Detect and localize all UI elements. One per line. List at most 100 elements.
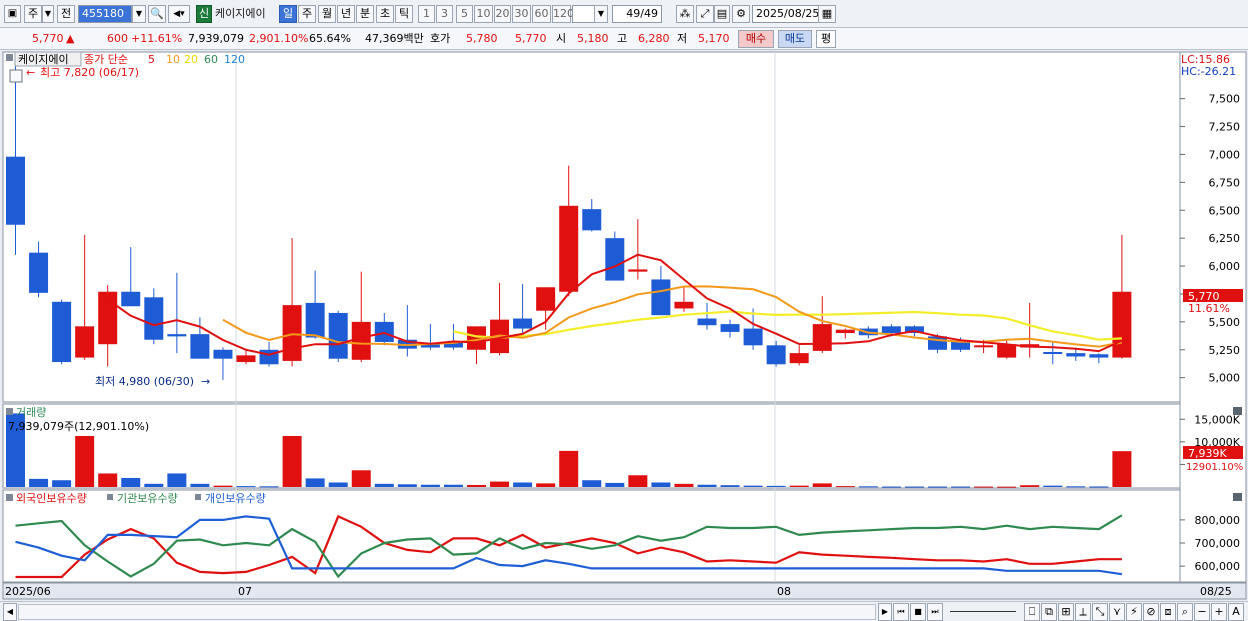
volume-bar xyxy=(628,475,648,487)
volume-bar xyxy=(951,486,971,488)
price-change-pct: +11.61% xyxy=(131,32,183,45)
tool-d-icon[interactable]: ⟂ xyxy=(1075,603,1091,621)
candle-body xyxy=(167,334,187,337)
volume-bar xyxy=(1066,486,1086,488)
period-tab-3[interactable]: 년 xyxy=(337,5,355,23)
holding-panel-handle-icon[interactable] xyxy=(6,494,13,501)
low-arrow-icon: → xyxy=(201,375,210,388)
volume-bar xyxy=(190,483,210,487)
zoom-icon[interactable]: ⌕ xyxy=(1177,603,1193,621)
market-dropdown-chevron-icon[interactable]: ▼ xyxy=(42,5,54,23)
tool-c-icon[interactable]: ⊞ xyxy=(1058,603,1074,621)
period-tab-4[interactable]: 분 xyxy=(356,5,374,23)
price-change: 600 xyxy=(107,32,128,45)
candle-body xyxy=(1043,352,1063,355)
period-tab-2[interactable]: 월 xyxy=(318,5,336,23)
volume-bar xyxy=(282,435,302,487)
low-price: 5,170 xyxy=(698,32,730,45)
interval-tab-6[interactable]: 60 xyxy=(532,5,551,23)
font-size-icon[interactable]: A xyxy=(1228,603,1244,621)
volume-bar xyxy=(605,482,625,487)
tool-h-icon[interactable]: ⊘ xyxy=(1143,603,1159,621)
buy-button[interactable]: 매수 xyxy=(738,30,774,48)
tool-e-icon[interactable]: ⤡ xyxy=(1092,603,1108,621)
period-tab-6[interactable]: 틱 xyxy=(395,5,413,23)
volume-panel-close-icon[interactable] xyxy=(1233,407,1242,415)
sell-button[interactable]: 매도 xyxy=(778,30,812,48)
period-tab-1[interactable]: 주 xyxy=(298,5,316,23)
stop-icon[interactable]: ■ xyxy=(910,603,926,621)
candle-body xyxy=(75,326,95,358)
new-listing-badge: 신 xyxy=(196,5,212,23)
interval-tab-2[interactable]: 5 xyxy=(456,5,473,23)
zoom-out-icon[interactable]: − xyxy=(1194,603,1210,621)
tool-b-icon[interactable]: ⧉ xyxy=(1041,603,1057,621)
tool-i-icon[interactable]: ⧈ xyxy=(1160,603,1176,621)
rewind-icon[interactable]: ⏮ xyxy=(893,603,909,621)
draw-tool-icon[interactable]: ⤢ xyxy=(696,5,714,23)
candle-body xyxy=(1089,354,1109,358)
window-menu-icon[interactable]: ▣ xyxy=(4,5,21,23)
ma-legend-10: 10 xyxy=(166,53,180,66)
scroll-left-icon[interactable]: ◀ xyxy=(3,603,17,621)
volume-bar xyxy=(881,486,901,488)
period-tab-5[interactable]: 초 xyxy=(376,5,394,23)
price-ytick-label: 5,250 xyxy=(1209,344,1241,357)
volume-ratio: 2,901.10% xyxy=(249,32,309,45)
low-note: 최저 4,980 (06/30) xyxy=(95,375,194,388)
candle-body xyxy=(536,287,556,311)
calendar-icon[interactable]: ▦ xyxy=(818,5,836,23)
volume-panel-handle-icon[interactable] xyxy=(6,408,13,415)
interval-tab-7[interactable]: 120 xyxy=(552,5,574,23)
volume-bar xyxy=(904,486,924,488)
stock-chart-svg[interactable]: 5,0005,2505,5005,7506,0006,2506,5006,750… xyxy=(0,50,1248,601)
tool-g-icon[interactable]: ⚡ xyxy=(1126,603,1142,621)
price-ytick-label: 6,250 xyxy=(1209,232,1241,245)
evaluate-button[interactable]: 평 xyxy=(816,30,836,48)
date-input[interactable]: 2025/08/25 xyxy=(752,5,820,23)
code-dropdown-chevron-icon[interactable]: ▼ xyxy=(132,5,146,23)
prev-button[interactable]: 전 xyxy=(57,5,75,23)
search-icon[interactable]: 🔍 xyxy=(148,5,166,23)
tool-f-icon[interactable]: ⋎ xyxy=(1109,603,1125,621)
scroll-right-icon[interactable]: ▶ xyxy=(878,603,892,621)
volume-bar xyxy=(1043,485,1063,487)
x-label-july: 07 xyxy=(238,585,252,598)
candle-body xyxy=(351,321,371,360)
market-select[interactable]: 주 xyxy=(24,5,42,23)
interval-tab-3[interactable]: 10 xyxy=(474,5,493,23)
volume-bar xyxy=(144,483,164,487)
low-label: 저 xyxy=(677,32,688,45)
chart-tools-icon[interactable]: ⁂ xyxy=(676,5,694,23)
x-label-end: 08/25 xyxy=(1200,585,1232,598)
interval-tab-0[interactable]: 1 xyxy=(418,5,435,23)
gear-icon[interactable]: ⚙ xyxy=(732,5,750,23)
speaker-icon[interactable]: ◀▾ xyxy=(168,5,190,23)
interval-dropdown-chevron-icon[interactable]: ▼ xyxy=(594,5,608,23)
fast-forward-icon[interactable]: ⏭ xyxy=(927,603,943,621)
ma-legend-label: 종가 단순 xyxy=(84,53,128,66)
calendar-small-icon[interactable] xyxy=(9,69,23,83)
data-count-input[interactable]: 49/49 xyxy=(612,5,662,23)
tool-a-icon[interactable]: ⎕ xyxy=(1024,603,1040,621)
horizontal-scrollbar[interactable] xyxy=(18,604,876,620)
price-panel-handle-icon[interactable] xyxy=(6,54,13,61)
interval-tab-5[interactable]: 30 xyxy=(512,5,531,23)
chart-area[interactable]: 5,0005,2505,5005,7506,0006,2506,5006,750… xyxy=(0,50,1248,601)
chart-toolbar: ▣ 주 ▼ 전 455180 ▼ 🔍 ◀▾ 신 케이지에이 일주월년분초틱 13… xyxy=(0,0,1248,28)
x-axis-bg xyxy=(2,582,1247,600)
interval-tab-4[interactable]: 20 xyxy=(494,5,511,23)
volume-value-text: 7,939,079주(12,901.10%) xyxy=(8,420,149,433)
stock-code-input[interactable]: 455180 xyxy=(78,5,132,23)
volume-ytick-label: 15,000K xyxy=(1194,413,1240,426)
holding-panel-close-icon[interactable] xyxy=(1233,493,1242,501)
x-label-start: 2025/06 xyxy=(5,585,51,598)
ma-legend-5: 5 xyxy=(148,53,155,66)
save-icon[interactable]: ▤ xyxy=(714,5,730,23)
zoom-in-icon[interactable]: + xyxy=(1211,603,1227,621)
volume-bar xyxy=(582,480,602,487)
period-tab-0[interactable]: 일 xyxy=(279,5,297,23)
interval-tab-1[interactable]: 3 xyxy=(436,5,453,23)
zoom-slider[interactable] xyxy=(950,611,1016,612)
high-price: 6,280 xyxy=(638,32,670,45)
